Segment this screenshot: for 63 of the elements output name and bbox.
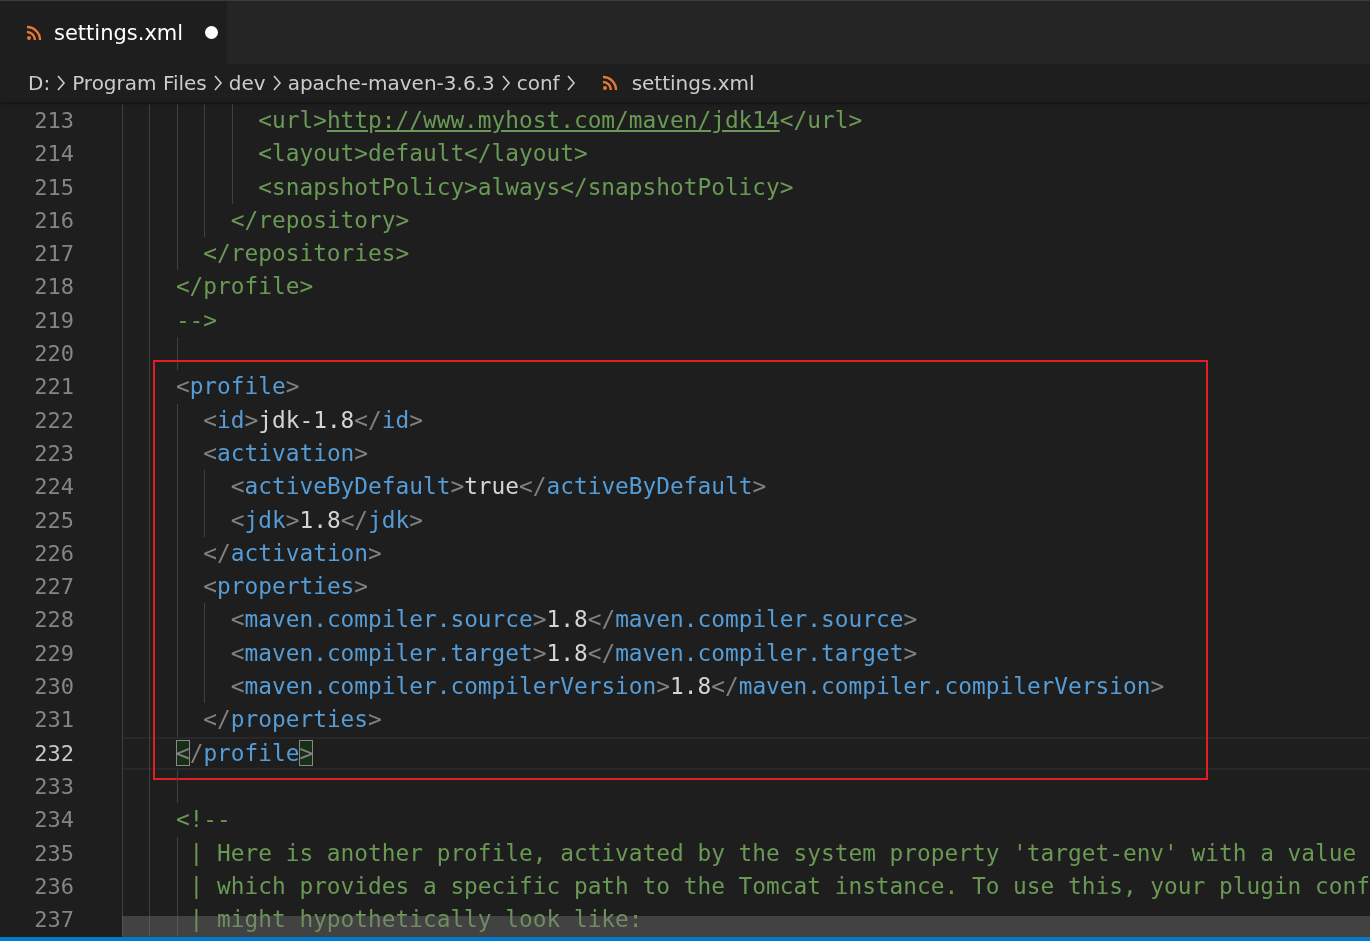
line-number: 227	[33, 573, 74, 602]
breadcrumb-item[interactable]: dev	[228, 71, 266, 95]
breadcrumb-item[interactable]: Program Files	[72, 71, 207, 95]
code-line: <!--	[174, 805, 231, 835]
breadcrumb-item[interactable]: apache-maven-3.6.3	[287, 71, 495, 95]
line-number: 224	[33, 473, 74, 502]
breadcrumb-item[interactable]: settings.xml	[631, 71, 755, 95]
line-number: 235	[33, 839, 74, 868]
code-line: <profile>	[174, 372, 300, 402]
line-number: 223	[33, 439, 74, 468]
line-number: 233	[33, 772, 74, 801]
code-line: <jdk>1.8</jdk>	[229, 505, 423, 535]
chevron-icon	[212, 74, 223, 92]
code-line: </repositories>	[202, 239, 410, 269]
code-line: </repository>	[229, 205, 410, 235]
line-number: 225	[33, 506, 74, 535]
line-number: 229	[33, 639, 74, 668]
line-number: 220	[33, 340, 74, 369]
rss-icon	[601, 75, 618, 91]
line-number: 213	[33, 107, 74, 135]
code-line: <maven.compiler.source>1.8</maven.compiler.source>	[229, 605, 918, 635]
line-number: 234	[33, 806, 74, 835]
code-line: <properties>	[202, 572, 369, 602]
code-line: | Here is another profile, activated by the system property 'target-env' with a value	[188, 838, 1357, 868]
code-line: </profile>	[174, 272, 314, 302]
rss-icon	[26, 24, 42, 41]
line-number: 236	[33, 872, 74, 901]
code-line: <maven.compiler.target>1.8</maven.compiler.target>	[229, 638, 918, 668]
chevron-icon	[271, 74, 282, 92]
line-number: 219	[33, 306, 74, 335]
line-number: 221	[33, 373, 74, 402]
chevron-icon	[565, 74, 576, 92]
line-number: 216	[33, 206, 74, 235]
code-line: <maven.compiler.compilerVersion>1.8</maven.compiler.compilerVersion>	[229, 672, 1165, 702]
line-number: 226	[33, 539, 74, 568]
line-number: 218	[33, 273, 74, 302]
code-line: <url>http://www.myhost.com/maven/jdk14</url>	[257, 106, 863, 135]
code-line: | which provides a specific path to the Tomcat instance. To use this, your plugin conf	[188, 871, 1370, 901]
line-number: 228	[33, 606, 74, 635]
code-line: <id>jdk-1.8</id>	[202, 405, 423, 435]
breadcrumb-item[interactable]: conf	[516, 71, 560, 95]
line-number: 222	[33, 406, 74, 435]
code-line: <snapshotPolicy>always</snapshotPolicy>	[257, 172, 794, 202]
code-line: </properties>	[202, 705, 382, 735]
code-line: <activeByDefault>true</activeByDefault>	[229, 472, 767, 502]
code-line: </activation>	[202, 538, 382, 568]
chevron-icon	[500, 74, 511, 92]
chevron-icon	[56, 74, 67, 92]
line-number: 232	[33, 739, 74, 768]
line-number: 230	[33, 673, 74, 702]
line-number: 214	[33, 140, 74, 169]
code-line: <layout>default</layout>	[257, 139, 588, 169]
code-line: </profile>	[174, 738, 314, 768]
code-line: | might hypothetically look like:	[188, 905, 643, 935]
breadcrumb-item[interactable]: D:	[28, 71, 51, 95]
editor-tab[interactable]: settings.xml	[0, 1, 227, 64]
code-line: <activation>	[202, 438, 369, 468]
tab-label: settings.xml	[54, 20, 184, 45]
line-number: 215	[33, 173, 74, 202]
line-number: 217	[33, 240, 74, 269]
line-number: 231	[33, 706, 74, 735]
code-line: -->	[174, 305, 218, 335]
line-number: 237	[33, 906, 74, 935]
